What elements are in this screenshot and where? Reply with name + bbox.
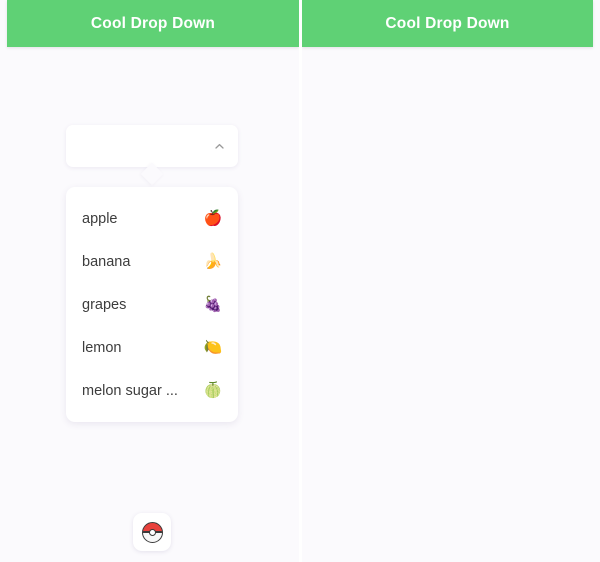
left-appbar-title: Cool Drop Down	[90, 14, 216, 32]
left-appbar: Cool Drop Down	[7, 0, 299, 47]
option-label: grapes	[82, 296, 127, 313]
red-apple-emoji: 🍎	[203, 210, 223, 227]
left-panel: Cool Drop Down apple 🍎 banana 🍌 grapes 🍇…	[0, 0, 299, 562]
melon-emoji: 🍈	[203, 382, 223, 399]
pokeball-button[interactable]	[133, 513, 171, 551]
option-label: banana	[82, 253, 131, 270]
fruit-select-field[interactable]	[66, 125, 238, 167]
chevron-up-icon[interactable]	[213, 140, 226, 153]
right-panel: Cool Drop Down 🍎 ⚡ 🔥 💧	[302, 0, 600, 562]
list-item[interactable]: melon sugar ... 🍈	[66, 369, 238, 412]
option-label: melon sugar ...	[82, 382, 178, 399]
option-label: lemon	[82, 339, 122, 356]
right-appbar-title: Cool Drop Down	[385, 14, 510, 32]
list-item[interactable]: banana 🍌	[66, 240, 238, 283]
fruit-option-list: apple 🍎 banana 🍌 grapes 🍇 lemon 🍋 melon …	[66, 187, 238, 422]
lemon-emoji: 🍋	[203, 339, 223, 356]
app-screen: Cool Drop Down apple 🍎 banana 🍌 grapes 🍇…	[0, 0, 600, 562]
grapes-emoji: 🍇	[203, 296, 223, 313]
right-appbar: Cool Drop Down	[302, 0, 593, 47]
pokeball-icon	[141, 521, 163, 543]
list-item[interactable]: apple 🍎	[66, 197, 238, 240]
option-label: apple	[82, 210, 118, 227]
list-item[interactable]: lemon 🍋	[66, 326, 238, 369]
banana-emoji: 🍌	[203, 253, 223, 270]
list-item[interactable]: grapes 🍇	[66, 283, 238, 326]
